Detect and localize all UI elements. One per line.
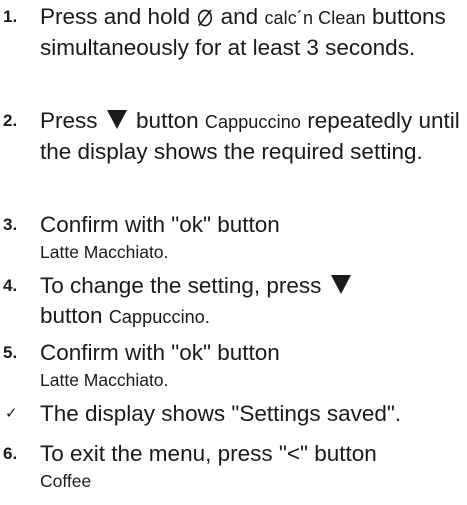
button-label-coffee: Coffee (40, 471, 92, 491)
step-text: Confirm with "ok" button (40, 340, 280, 365)
step-5: 5. Confirm with "ok" button Latte Macchi… (0, 338, 467, 392)
step-text: Press (40, 108, 98, 133)
step-number: 3. (3, 215, 18, 234)
step-1: 1. Press and hold and calc´n Clean butto… (0, 2, 467, 99)
step-4: 4. To change the setting, press button C… (0, 271, 467, 331)
step-text: Press and hold (40, 4, 191, 29)
instruction-steps: 1. Press and hold and calc´n Clean butto… (0, 2, 467, 500)
step-result: ✓ The display shows "Settings saved". (0, 399, 467, 432)
button-label-cappuccino: Cappuccino. (108, 307, 210, 327)
step-text: and (220, 4, 259, 29)
step-text: To exit the menu, press "<" button (40, 441, 377, 466)
step-text: Confirm with "ok" button (40, 212, 280, 237)
down-triangle-icon (330, 275, 351, 294)
button-label-latte-macchiato: Latte Macchiato. (40, 370, 169, 390)
result-text: The display shows "Settings saved". (40, 401, 402, 426)
button-label-calc-clean: calc´n Clean (264, 8, 366, 28)
step-text: button (40, 303, 103, 328)
rinse-cleaning-icon (196, 7, 214, 27)
step-number: 4. (3, 276, 18, 295)
instruction-page: { "steps": [ { "number": "1.", "text_bef… (0, 0, 467, 505)
step-text: To change the setting, press (40, 273, 322, 298)
step-text: button (136, 108, 199, 133)
check-icon: ✓ (5, 405, 18, 422)
step-3: 3. Confirm with "ok" button Latte Macchi… (0, 210, 467, 264)
down-triangle-icon (106, 110, 127, 129)
step-number: 5. (3, 343, 18, 362)
step-2: 2. Press button Cappuccino repeatedly un… (0, 106, 467, 203)
step-number: 2. (3, 111, 18, 130)
button-label-latte-macchiato: Latte Macchiato. (40, 242, 169, 262)
step-6: 6. To exit the menu, press "<" button Co… (0, 439, 467, 493)
button-label-cappuccino: Cappuccino (204, 112, 301, 132)
step-number: 1. (3, 7, 18, 26)
step-number: 6. (3, 444, 18, 463)
